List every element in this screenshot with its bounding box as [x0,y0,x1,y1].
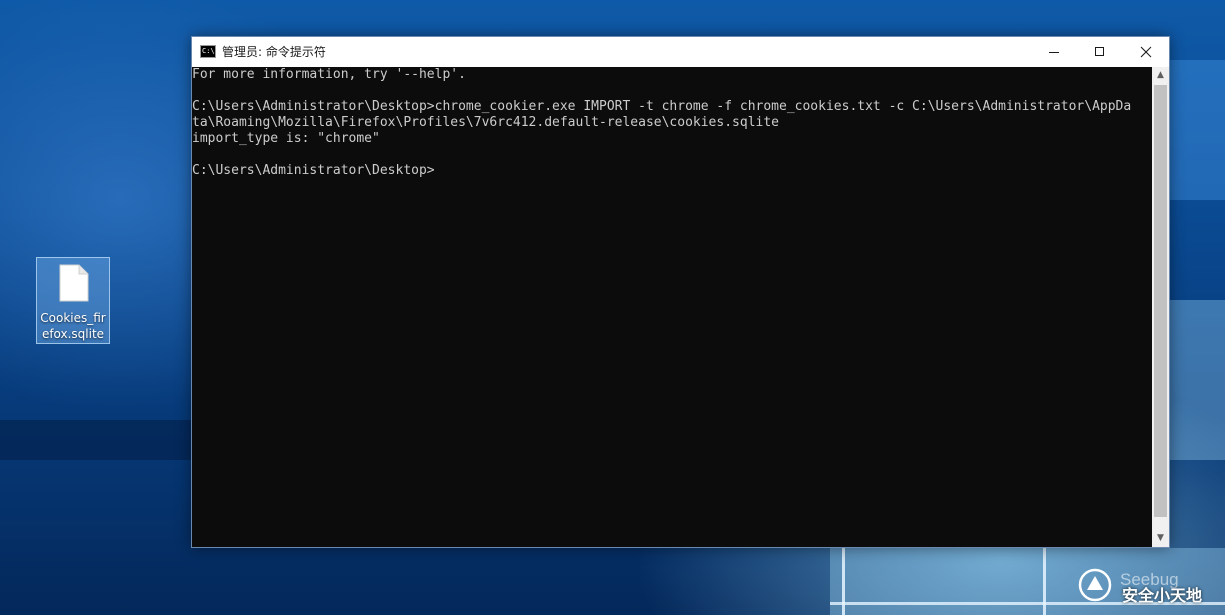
wallpaper-beam [0,420,200,460]
console-line: C:\Users\Administrator\Desktop>chrome_co… [192,99,1132,114]
close-icon [1140,46,1152,58]
scroll-thumb[interactable] [1154,85,1167,517]
vertical-scrollbar[interactable]: ▲ ▼ [1152,67,1169,547]
console-line: import_type is: "chrome" [192,131,380,146]
file-icon [59,264,89,302]
cmd-icon: C:\ [200,45,216,58]
minimize-icon [1049,52,1059,53]
watermark-text-cn: 安全小天地 [1122,586,1203,605]
desktop-icon-label: Cookies_firefox.sqlite [40,311,106,341]
maximize-icon [1095,47,1104,56]
console-prompt[interactable]: C:\Users\Administrator\Desktop> [192,163,1152,179]
minimize-button[interactable] [1031,37,1077,67]
window-title: 管理员: 命令提示符 [222,45,326,59]
watermark: Seebug 安全小天地 [1076,568,1216,608]
console-line: For more information, try '--help'. [192,67,466,82]
scroll-up-icon[interactable]: ▲ [1152,67,1169,84]
close-button[interactable] [1123,37,1169,67]
desktop-icon-cookies-firefox[interactable]: Cookies_firefox.sqlite [36,257,110,344]
maximize-button[interactable] [1077,37,1123,67]
cmd-window[interactable]: C:\ 管理员: 命令提示符 For more information, try… [191,36,1170,548]
scroll-down-icon[interactable]: ▼ [1152,530,1169,547]
wallpaper-beam [1170,60,1225,200]
title-bar[interactable]: C:\ 管理员: 命令提示符 [192,37,1169,67]
console-line: ta\Roaming\Mozilla\Firefox\Profiles\7v6r… [192,115,779,130]
console-output[interactable]: For more information, try '--help'. C:\U… [192,67,1152,547]
seebug-logo-icon [1078,568,1112,602]
wallpaper-beam [1170,300,1225,460]
